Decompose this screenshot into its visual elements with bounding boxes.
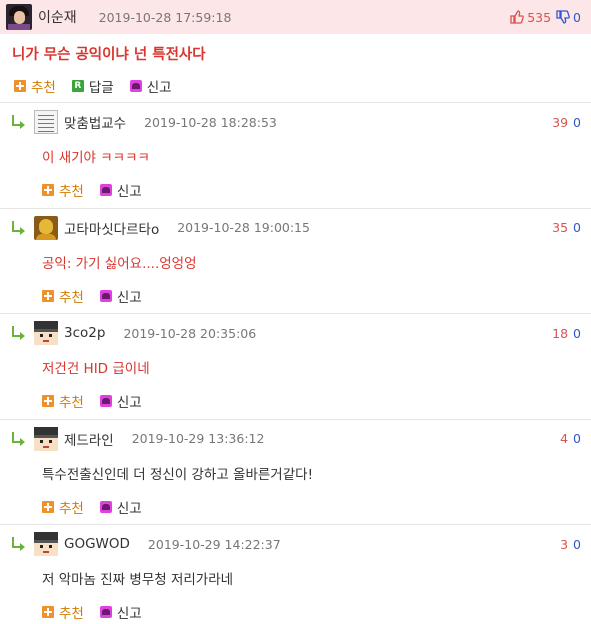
plus-square-icon — [42, 395, 54, 407]
siren-icon — [99, 606, 112, 618]
siren-icon — [99, 184, 112, 196]
comment-actions: 추천 신고 — [0, 490, 591, 520]
avatar[interactable] — [6, 4, 32, 30]
comment-text: 이 새기야 ㅋㅋㅋㅋ — [42, 150, 150, 166]
avatar[interactable] — [34, 110, 58, 134]
vote-up-count[interactable]: 35 — [552, 220, 568, 235]
report-button[interactable]: 신고 — [99, 602, 142, 622]
comment-text: 특수전출신인데 더 정신이 강하고 올바른거같다! — [42, 466, 313, 483]
reply-item: 3co2p 2019-10-28 20:35:06 18 0 저건건 HID 급… — [0, 313, 591, 419]
main-comment-header: 이순재 2019-10-28 17:59:18 535 0 — [0, 0, 591, 34]
reply-arrow-icon — [10, 220, 26, 235]
avatar[interactable] — [34, 426, 58, 451]
reply-arrow-icon — [10, 115, 26, 129]
author-nick[interactable]: 맞춤법교수 — [64, 112, 126, 132]
vote-down-count[interactable]: 0 — [573, 220, 581, 235]
vote-up-count[interactable]: 3 — [560, 537, 568, 552]
vote-down-count[interactable]: 0 — [573, 431, 581, 446]
reply-arrow-icon — [10, 431, 26, 446]
comment-actions: 추천 신고 — [0, 595, 591, 624]
vote-area: 39 0 — [552, 107, 581, 137]
comment-date: 2019-10-28 20:35:06 — [123, 325, 257, 341]
recommend-button[interactable]: 추천 — [42, 286, 84, 306]
avatar[interactable] — [34, 215, 58, 240]
siren-icon — [129, 80, 142, 92]
recommend-button[interactable]: 추천 — [42, 497, 84, 517]
comment-date: 2019-10-28 17:59:18 — [98, 9, 232, 25]
vote-down-count: 0 — [573, 9, 581, 25]
vote-down-count[interactable]: 0 — [573, 326, 581, 341]
reply-header: GOGWOD 2019-10-29 14:22:37 3 0 — [0, 525, 591, 559]
recommend-button[interactable]: 추천 — [42, 180, 84, 200]
comment-thread: 이순재 2019-10-28 17:59:18 535 0 니가 무슨 공익이냐… — [0, 0, 591, 624]
vote-up-count[interactable]: 4 — [560, 431, 568, 446]
siren-icon — [99, 395, 112, 407]
recommend-button[interactable]: 추천 — [42, 602, 84, 622]
comment-text: 저건건 HID 급이네 — [42, 361, 150, 377]
report-button[interactable]: 신고 — [99, 391, 142, 411]
reply-item: 맞춤법교수 2019-10-28 18:28:53 39 0 이 새기야 ㅋㅋㅋ… — [0, 102, 591, 208]
reply-item: GOGWOD 2019-10-29 14:22:37 3 0 저 악마놈 진짜 … — [0, 524, 591, 624]
comment-date: 2019-10-29 13:36:12 — [131, 431, 265, 446]
comment-actions: 추천 신고 — [0, 279, 591, 309]
siren-icon — [99, 289, 112, 302]
comment-text: 저 악마놈 진짜 병무청 저리가라네 — [42, 572, 234, 588]
comment-text: 공익: 가기 싫어요....엉엉엉 — [42, 255, 197, 272]
reply-button[interactable]: R 답글 — [71, 76, 114, 96]
thumbs-up-icon[interactable] — [510, 10, 525, 24]
author-nick[interactable]: GOGWOD — [64, 536, 130, 552]
vote-down-count[interactable]: 0 — [573, 115, 581, 130]
avatar[interactable] — [34, 321, 58, 345]
comment-date: 2019-10-28 18:28:53 — [144, 114, 277, 130]
vote-area: 3 0 — [560, 529, 581, 559]
author-nick[interactable]: 3co2p — [64, 325, 105, 341]
report-button[interactable]: 신고 — [99, 497, 142, 517]
thumbs-down-icon[interactable] — [556, 10, 570, 24]
report-button[interactable]: 신고 — [99, 180, 142, 200]
report-button[interactable]: 신고 — [129, 76, 172, 96]
comment-date: 2019-10-28 19:00:15 — [177, 220, 310, 235]
recommend-button[interactable]: 추천 — [14, 76, 56, 96]
author-nick[interactable]: 제드라인 — [64, 429, 114, 449]
comment-text: 니가 무슨 공익이냐 넌 특전사다 — [12, 47, 206, 63]
author-nick[interactable]: 이순재 — [38, 7, 77, 27]
plus-square-icon — [42, 606, 54, 618]
plus-square-icon — [42, 184, 54, 196]
reply-header: 제드라인 2019-10-29 13:36:12 4 0 — [0, 420, 591, 454]
reply-arrow-icon — [10, 326, 26, 340]
reply-item: 고타마싯다르타o 2019-10-28 19:00:15 35 0 공익: 가기… — [0, 207, 591, 314]
vote-up-count[interactable]: 18 — [552, 326, 568, 341]
vote-area: 35 0 — [552, 213, 581, 243]
vote-up-count[interactable]: 39 — [552, 115, 568, 130]
recommend-button[interactable]: 추천 — [42, 391, 84, 411]
comment-actions: 추천 신고 — [0, 384, 591, 414]
comment-actions: 추천 신고 — [0, 173, 591, 203]
vote-down-count[interactable]: 0 — [573, 537, 581, 552]
author-nick[interactable]: 고타마싯다르타o — [64, 218, 159, 238]
siren-icon — [99, 500, 112, 513]
reply-header: 맞춤법교수 2019-10-28 18:28:53 39 0 — [0, 103, 591, 137]
report-button[interactable]: 신고 — [99, 286, 142, 306]
vote-area: 535 0 — [510, 0, 581, 34]
vote-area: 18 0 — [552, 318, 581, 348]
comment-date: 2019-10-29 14:22:37 — [147, 536, 281, 552]
reply-header: 3co2p 2019-10-28 20:35:06 18 0 — [0, 314, 591, 348]
reply-arrow-icon — [10, 537, 26, 551]
vote-area: 4 0 — [560, 424, 581, 454]
comment-actions: 추천 R 답글 신고 — [0, 70, 591, 102]
reply-header: 고타마싯다르타o 2019-10-28 19:00:15 35 0 — [0, 209, 591, 243]
plus-square-icon — [14, 80, 26, 92]
plus-square-icon — [42, 289, 54, 302]
plus-square-icon — [42, 500, 54, 513]
vote-up-count: 535 — [527, 9, 552, 25]
reply-item: 제드라인 2019-10-29 13:36:12 4 0 특수전출신인데 더 정… — [0, 418, 591, 525]
r-square-icon: R — [71, 80, 84, 92]
avatar[interactable] — [34, 532, 58, 556]
